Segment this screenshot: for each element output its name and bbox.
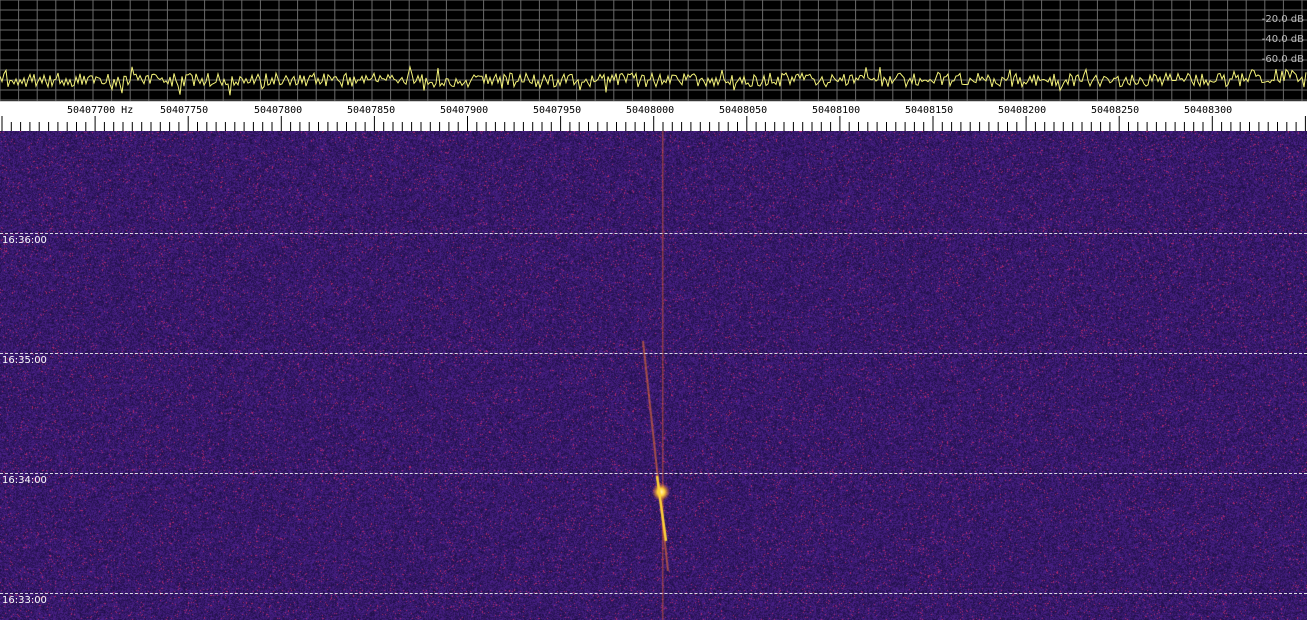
frequency-axis[interactable]: 50407700 Hz 50407750 50407800 50407850 5… (0, 101, 1307, 132)
freq-label: 50407850 (347, 105, 396, 116)
time-gridline (0, 473, 1307, 474)
time-gridline (0, 593, 1307, 594)
spectrum-trace (0, 65, 1307, 96)
freq-label: 50408250 (1091, 105, 1140, 116)
waterfall-image (0, 131, 1307, 620)
db-label-60: -60.0 dB (1261, 54, 1304, 65)
freq-label: 50408200 (998, 105, 1047, 116)
freq-label: 50408300 (1184, 105, 1233, 116)
db-label-40: -40.0 dB (1261, 34, 1304, 45)
freq-label: 50408150 (905, 105, 954, 116)
freq-label: 50407950 (533, 105, 582, 116)
freq-label: 50407800 (254, 105, 303, 116)
freq-label: 50407700 Hz (67, 105, 134, 116)
spectrum-analyzer-window: -20.0 dB -40.0 dB -60.0 dB 50407700 Hz 5… (0, 0, 1307, 620)
freq-label: 50408100 (812, 105, 861, 116)
waterfall-display[interactable]: 16:36:00 16:35:00 16:34:00 16:33:00 (0, 131, 1307, 620)
time-gridline (0, 353, 1307, 354)
time-label: 16:34:00 (2, 475, 47, 486)
freq-label: 50407900 (440, 105, 489, 116)
time-label: 16:33:00 (2, 595, 47, 606)
time-gridline (0, 233, 1307, 234)
time-label: 16:35:00 (2, 355, 47, 366)
db-label-20: -20.0 dB (1261, 14, 1304, 25)
spectrum-plot[interactable]: -20.0 dB -40.0 dB -60.0 dB (0, 0, 1307, 101)
freq-label: 50407750 (160, 105, 209, 116)
freq-label: 50408050 (719, 105, 768, 116)
freq-label: 50408000 (626, 105, 675, 116)
spectrum-graph (0, 0, 1307, 101)
time-label: 16:36:00 (2, 235, 47, 246)
